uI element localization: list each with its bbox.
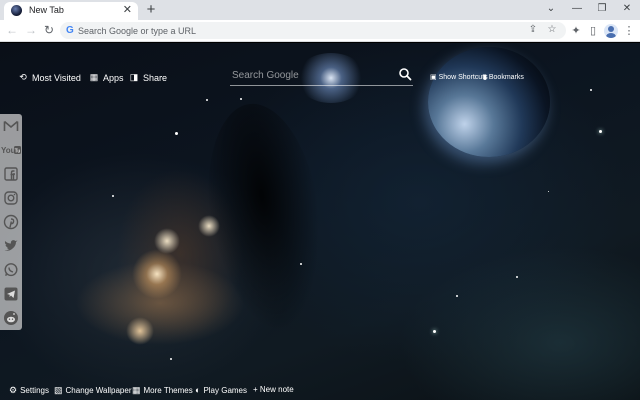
show-shortcuts-label: Show Shortcuts: [438, 73, 488, 81]
wallpaper-star-cluster: [132, 249, 182, 299]
youtube-icon[interactable]: You Tu: [1, 142, 21, 158]
instagram-icon[interactable]: [3, 190, 19, 206]
wallpaper-star: [154, 228, 180, 254]
reddit-icon[interactable]: [3, 310, 19, 326]
svg-text:You: You: [1, 146, 16, 155]
more-themes-label: More Themes: [143, 386, 193, 395]
bookmarks-label: Bookmarks: [488, 73, 524, 81]
omnibox-input[interactable]: [78, 22, 518, 39]
wallpaper-star: [590, 89, 592, 91]
forward-icon[interactable]: →: [24, 23, 38, 37]
new-note-label: + New note: [253, 385, 294, 394]
most-visited-label: Most Visited: [32, 72, 81, 83]
side-panel-icon[interactable]: ▯: [586, 24, 600, 38]
twitter-icon[interactable]: [3, 238, 19, 254]
history-icon: ⟲: [19, 72, 27, 82]
gmail-icon[interactable]: [3, 118, 19, 134]
wallpaper-star: [548, 191, 549, 192]
telegram-icon[interactable]: [3, 286, 19, 302]
reload-icon[interactable]: ↻: [42, 23, 56, 37]
tab-close-icon[interactable]: ✕: [123, 3, 132, 16]
apps-label: Apps: [103, 72, 124, 83]
wallpaper-star: [112, 195, 114, 197]
extensions-icon[interactable]: ✦: [569, 24, 583, 38]
bookmarks-link[interactable]: ▮ Bookmarks: [483, 73, 524, 82]
search-box: [230, 65, 413, 86]
restore-icon[interactable]: ❐: [593, 0, 611, 20]
pinterest-icon[interactable]: [3, 214, 19, 230]
change-wallpaper-link[interactable]: ▧ Change Wallpaper: [54, 385, 131, 396]
bookmark-icon: ▮: [483, 74, 487, 81]
themes-grid-icon: ▦: [132, 385, 141, 395]
profile-avatar[interactable]: [604, 24, 618, 38]
gamepad-icon: ◐: [195, 385, 201, 395]
tab-search-icon[interactable]: ⌄: [542, 0, 560, 20]
settings-link[interactable]: ⚙ Settings: [9, 385, 49, 396]
tab-favicon-icon: [11, 5, 22, 16]
wallpaper-star: [240, 98, 242, 100]
facebook-icon[interactable]: [3, 166, 19, 182]
new-note-link[interactable]: + New note: [253, 385, 294, 394]
search-icon[interactable]: [398, 66, 412, 82]
search-input[interactable]: [232, 67, 392, 83]
apps-link[interactable]: ▦ Apps: [89, 72, 124, 83]
apps-grid-icon: ▦: [89, 72, 99, 82]
wallpaper-star: [198, 215, 220, 237]
most-visited-link[interactable]: ⟲ Most Visited: [18, 72, 81, 83]
play-games-link[interactable]: ◐ Play Games: [195, 385, 247, 395]
wallpaper-star: [300, 263, 302, 265]
wallpaper-star: [175, 132, 178, 135]
settings-label: Settings: [20, 386, 49, 395]
browser-toolbar: ← → ↻ G ⇪ ☆ ✦ ▯ ⋮: [0, 20, 640, 42]
google-icon: G: [66, 25, 74, 36]
whatsapp-icon[interactable]: [3, 262, 19, 278]
more-themes-link[interactable]: ▦ More Themes: [132, 385, 193, 396]
minimize-icon[interactable]: —: [568, 0, 586, 20]
window-close-icon[interactable]: ✕: [618, 0, 636, 20]
wallpaper-star: [170, 358, 172, 360]
change-wallpaper-label: Change Wallpaper: [65, 386, 132, 395]
share-page-icon[interactable]: ⇪: [527, 24, 539, 36]
wallpaper-star: [599, 130, 602, 133]
show-shortcuts-link[interactable]: ▣ Show Shortcuts: [430, 73, 488, 82]
social-sidebar: You Tu: [0, 114, 22, 330]
svg-text:Tu: Tu: [15, 149, 21, 155]
menu-kebab-icon[interactable]: ⋮: [622, 24, 636, 38]
tab-title: New Tab: [29, 5, 64, 15]
wallpaper-star: [126, 317, 154, 345]
tab-new-tab[interactable]: New Tab ✕: [4, 2, 138, 20]
new-tab-button[interactable]: +: [143, 0, 159, 20]
tab-strip: New Tab ✕ + ⌄ — ❐ ✕: [0, 0, 640, 20]
wallpaper-star: [206, 99, 208, 101]
wallpaper-planet: [428, 47, 550, 157]
bookmark-star-icon[interactable]: ☆: [546, 24, 558, 36]
back-icon[interactable]: ←: [5, 23, 19, 37]
play-games-label: Play Games: [203, 385, 248, 395]
wallpaper-star: [433, 330, 436, 333]
omnibox[interactable]: G ⇪ ☆: [60, 22, 566, 39]
share-label: Share: [143, 72, 168, 83]
wallpaper-star: [516, 276, 518, 278]
new-tab-page: ⟲ Most Visited ▦ Apps ◨ Share · ▣ Show S…: [0, 43, 640, 400]
image-icon: ▧: [54, 385, 63, 395]
share-icon: ◨: [129, 72, 139, 82]
share-dropdown-icon[interactable]: ·: [160, 72, 163, 81]
shortcuts-icon: ▣: [430, 74, 437, 81]
wallpaper-star: [456, 295, 458, 297]
gear-icon: ⚙: [9, 385, 18, 395]
